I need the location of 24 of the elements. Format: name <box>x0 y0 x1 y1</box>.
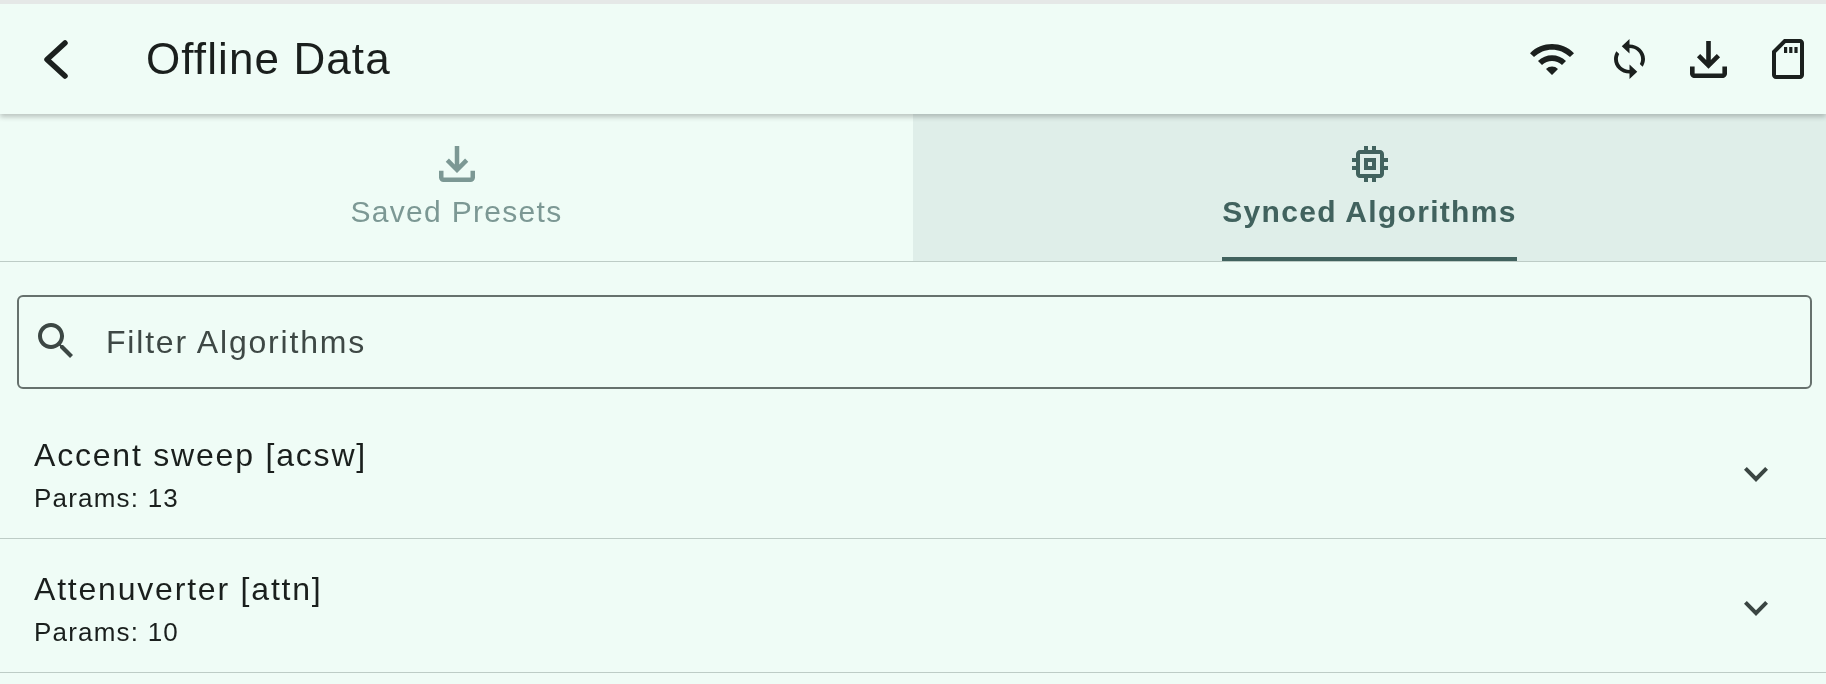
download-icon <box>438 146 475 182</box>
search-icon <box>38 323 73 358</box>
algorithm-name: Attenuverter [attn] <box>34 570 323 608</box>
algorithm-name: Accent sweep [acsw] <box>34 436 367 474</box>
sd-card-icon <box>1772 39 1804 79</box>
chip-icon <box>1351 146 1388 182</box>
sd-card-button[interactable] <box>1772 39 1804 79</box>
tab[interactable]: Synced Algorithms <box>913 114 1826 261</box>
page-title: Offline Data <box>146 34 391 84</box>
back-button[interactable] <box>44 39 68 79</box>
wifi-button[interactable] <box>1530 43 1574 75</box>
sync-button[interactable] <box>1614 39 1645 79</box>
sync-icon <box>1614 39 1645 79</box>
algorithm-row[interactable]: Attenuverter [attn] Params: 10 <box>0 539 1826 673</box>
chevron-left-icon <box>44 39 68 79</box>
tab-label: Synced Algorithms <box>1222 194 1517 230</box>
param-count: Params: 10 <box>34 617 179 647</box>
download-button[interactable] <box>1690 40 1727 78</box>
wifi-icon <box>1530 43 1574 75</box>
search-field[interactable]: Filter Algorithms <box>17 295 1812 389</box>
tab-label: Saved Presets <box>350 194 563 230</box>
download-icon <box>1690 40 1727 78</box>
param-count: Params: 13 <box>34 483 179 513</box>
algorithm-row[interactable]: Accent sweep [acsw] Params: 13 <box>0 405 1826 539</box>
